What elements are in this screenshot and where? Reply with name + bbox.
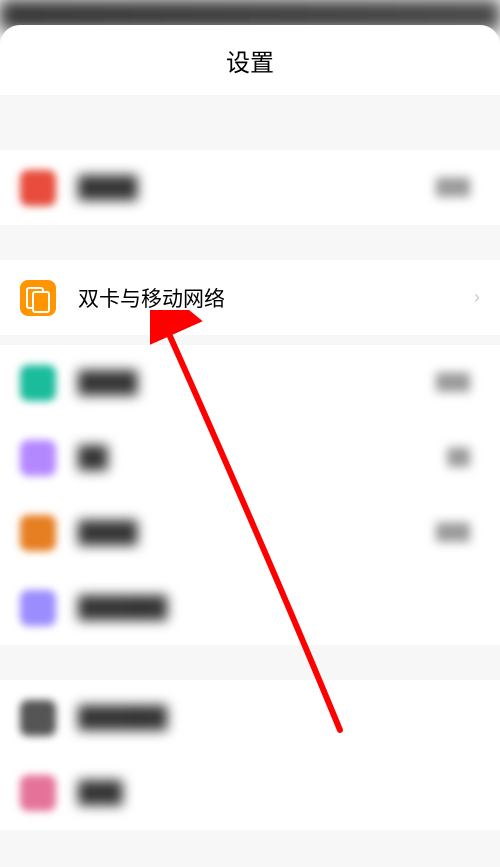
item-icon <box>20 700 56 736</box>
item-value-blurred: ███ <box>436 374 470 392</box>
item-label: 双卡与移动网络 <box>78 283 474 313</box>
header: 设置 <box>0 25 500 95</box>
item-value-blurred: ███ <box>436 524 470 542</box>
settings-item-blurred-2[interactable]: ████ ███ <box>0 345 500 420</box>
settings-list: ████ ███ 双卡与移动网络 › ████ ███ ██ ██ ████ █… <box>0 115 500 830</box>
item-label-blurred: ████ <box>78 521 436 545</box>
sim-card-icon <box>20 280 56 316</box>
item-value-blurred: ███ <box>436 179 470 197</box>
item-icon <box>20 590 56 626</box>
item-label-blurred: ████ <box>78 371 436 395</box>
settings-item-blurred-7[interactable]: ███ <box>0 755 500 830</box>
item-label-blurred: ██ <box>78 446 447 470</box>
settings-item-blurred-1[interactable]: ████ ███ <box>0 150 500 225</box>
item-icon <box>20 515 56 551</box>
item-icon <box>20 440 56 476</box>
item-icon <box>20 775 56 811</box>
settings-item-blurred-6[interactable]: ██████ <box>0 680 500 755</box>
item-label-blurred: ██████ <box>78 596 480 620</box>
item-label-blurred: ██████ <box>78 706 480 730</box>
page-title: 设置 <box>226 43 274 78</box>
item-label-blurred: ███ <box>78 781 480 805</box>
item-value-blurred: ██ <box>447 449 470 467</box>
settings-item-blurred-3[interactable]: ██ ██ <box>0 420 500 495</box>
settings-item-blurred-4[interactable]: ████ ███ <box>0 495 500 570</box>
chevron-right-icon: › <box>474 287 480 308</box>
settings-item-dual-sim[interactable]: 双卡与移动网络 › <box>0 260 500 335</box>
item-label-blurred: ████ <box>78 176 436 200</box>
item-icon <box>20 365 56 401</box>
item-icon <box>20 170 56 206</box>
settings-item-blurred-5[interactable]: ██████ <box>0 570 500 645</box>
